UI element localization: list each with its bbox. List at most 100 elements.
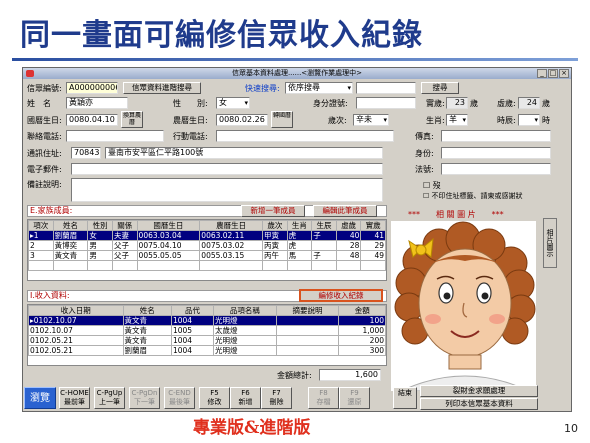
- family-table-row[interactable]: ▸1 劉蘭眉女夫妻 0063.03.04 0063.02.11 甲寅虎子 40 41: [28, 230, 386, 241]
- toolbar-key-label: 刪除: [269, 398, 284, 406]
- income-column-header[interactable]: 品代: [170, 305, 214, 316]
- family-column-header[interactable]: 國曆生日: [136, 220, 201, 231]
- income-table-cell: 1004: [170, 315, 214, 326]
- gender-select[interactable]: 女: [216, 97, 250, 109]
- family-table-cell: 馬: [286, 250, 313, 261]
- edit-income-button[interactable]: 編修收入紀錄: [299, 289, 383, 302]
- search-button[interactable]: 搜尋: [421, 82, 459, 94]
- income-column-header[interactable]: 收入日期: [28, 305, 124, 316]
- toolbar-key-修改[interactable]: F5 修改: [199, 387, 230, 409]
- toolbar-key-存檔[interactable]: F8 存檔: [308, 387, 339, 409]
- no-print-checkbox[interactable]: ☐ 不印住址標籤、請東或感謝狀: [423, 191, 523, 201]
- toolbar-key-shortcut: F9: [350, 389, 359, 397]
- convert-solar-button[interactable]: 轉國曆: [271, 111, 293, 128]
- family-table-cell: 0063.02.11: [199, 230, 264, 241]
- toolbar-key-最後筆[interactable]: C-END 最後筆: [164, 387, 195, 409]
- quick-search-input[interactable]: [356, 82, 416, 94]
- family-table-cell: 父子: [111, 240, 138, 251]
- income-table-cell: 0102.10.07: [28, 325, 124, 336]
- family-column-header[interactable]: 項次: [28, 220, 54, 231]
- family-column-header[interactable]: 關係: [111, 220, 138, 231]
- family-table-cell: 0075.04.10: [136, 240, 201, 251]
- wish-fund-button[interactable]: 裂財金求願處理: [420, 385, 538, 397]
- ganzhi-select[interactable]: 辛未: [353, 114, 389, 126]
- family-table-cell: 29: [360, 240, 386, 251]
- name-field[interactable]: 黃穎亦: [66, 97, 128, 109]
- virtual-age-unit: 歲: [542, 99, 550, 108]
- photo-label: *** 相 關 圖 片 ***: [408, 210, 504, 219]
- family-column-header[interactable]: 農曆生日: [199, 220, 264, 231]
- solar-birthday-field[interactable]: 0080.04.10: [66, 114, 118, 126]
- photo-panel: [391, 221, 536, 392]
- toolbar-key-最前筆[interactable]: C-HOME 最前筆: [59, 387, 90, 409]
- income-table-row[interactable]: 0102.10.07 黃文青 1005 太歲燈 1,000: [28, 325, 386, 336]
- contact-phone-field[interactable]: [66, 130, 164, 142]
- real-age-field: 23: [446, 97, 468, 109]
- minimize-icon[interactable]: _: [537, 69, 547, 78]
- fax-field[interactable]: [441, 130, 551, 142]
- income-column-header[interactable]: 金額: [338, 305, 386, 316]
- quick-search-label: 快速搜尋:: [245, 84, 280, 93]
- toolbar-key-刪除[interactable]: F7 刪除: [261, 387, 292, 409]
- no-print-checkbox-label: 不印住址標籤、請東或感謝狀: [431, 192, 523, 200]
- zip-field[interactable]: 70843: [71, 147, 101, 159]
- income-column-header[interactable]: 品項名稱: [212, 305, 277, 316]
- note-label: 備註說明:: [27, 180, 62, 189]
- convert-lunar-button[interactable]: 換算農曆: [121, 111, 143, 128]
- close-icon[interactable]: ×: [559, 69, 569, 78]
- toolbar-key-下一筆[interactable]: C-PgDn 下一筆: [129, 387, 160, 409]
- maximize-icon[interactable]: □: [548, 69, 558, 78]
- family-column-header[interactable]: 生辰: [311, 220, 337, 231]
- virtual-age-label: 虛歲:: [497, 99, 516, 108]
- mobile-phone-field[interactable]: [216, 130, 394, 142]
- income-table-cell: 0102.05.21: [28, 335, 124, 346]
- advanced-search-button[interactable]: 信眾資料進階搜尋: [123, 82, 201, 94]
- income-column-header[interactable]: 摘要說明: [275, 305, 340, 316]
- time-select[interactable]: [518, 114, 540, 126]
- family-table-cell: 虎: [286, 230, 313, 241]
- toolbar-key-結束[interactable]: 結束: [393, 387, 417, 409]
- family-column-header[interactable]: 歲次: [262, 220, 288, 231]
- family-column-header[interactable]: 性別: [87, 220, 113, 231]
- toolbar-key-shortcut: F7: [272, 389, 281, 397]
- toolbar-key-shortcut: F6: [241, 389, 250, 397]
- contact-phone-label: 聯絡電話:: [27, 132, 62, 141]
- family-column-header[interactable]: 姓名: [52, 220, 89, 231]
- deceased-checkbox[interactable]: ☐ 歿: [423, 180, 441, 191]
- toolbar-key-shortcut: F5: [210, 389, 219, 397]
- income-table-row[interactable]: ▸0102.10.07 黃文青 1004 光明燈 100: [28, 315, 386, 326]
- dharma-name-field[interactable]: [441, 163, 551, 175]
- income-table[interactable]: 收入日期 姓名 品代 品項名稱 摘要說明 金額 ▸0102.10.07 黃文青 1004 光明燈…: [27, 304, 387, 366]
- identity-field[interactable]: [441, 147, 551, 159]
- income-table-row[interactable]: 0102.05.21 劉蘭眉 1004 光明燈 300: [28, 345, 386, 356]
- real-age-unit: 歲: [470, 99, 478, 108]
- family-table[interactable]: 項次 姓名 性別 關係 國曆生日 農曆生日 歲次 生肖 生辰 虛歲 實歲 ▸1 劉蘭眉女夫妻 0063.…: [27, 219, 387, 281]
- income-table-cell: ▸0102.10.07: [28, 315, 124, 326]
- family-table-row[interactable]: 3 黃文青男父子 0055.05.05 0055.03.15 丙午馬子 48 49: [28, 250, 386, 261]
- toolbar-key-新增[interactable]: F6 新增: [230, 387, 261, 409]
- note-field[interactable]: [71, 178, 383, 202]
- family-column-header[interactable]: 實歲: [360, 220, 386, 231]
- lunar-birthday-field[interactable]: 0080.02.26: [216, 114, 268, 126]
- family-column-header[interactable]: 虛歲: [335, 220, 362, 231]
- family-empty-row: [28, 260, 386, 271]
- toolbar-key-還原[interactable]: F9 還原: [339, 387, 370, 409]
- member-id-field[interactable]: A000000006: [66, 82, 118, 94]
- family-table-row[interactable]: 2 黃博奕男父子 0075.04.10 0075.03.02 丙寅虎 28 29: [28, 240, 386, 251]
- income-table-row[interactable]: 0102.05.21 黃文青 1004 光明燈 200: [28, 335, 386, 346]
- toolbar-key-label: 最前筆: [64, 398, 85, 406]
- browse-mode-button[interactable]: 瀏覽: [24, 387, 56, 409]
- zodiac-select[interactable]: 羊: [446, 114, 468, 126]
- toolbar-key-上一筆[interactable]: C-PgUp 上一筆: [94, 387, 125, 409]
- address-field[interactable]: 臺南市安平區仁平路100號: [105, 147, 383, 159]
- id-card-field[interactable]: [356, 97, 416, 109]
- edit-family-member-button[interactable]: 編輯此筆成員: [313, 205, 377, 217]
- family-table-cell: 夫妻: [111, 230, 138, 241]
- add-family-member-button[interactable]: 新增一筆成員: [241, 205, 305, 217]
- income-column-header[interactable]: 姓名: [122, 305, 172, 316]
- quick-search-mode-select[interactable]: 依序搜尋: [285, 82, 353, 94]
- email-field[interactable]: [71, 163, 383, 175]
- print-member-button[interactable]: 列印本信眾基本資料: [420, 398, 538, 410]
- family-column-header[interactable]: 生肖: [286, 220, 313, 231]
- photo-side-tab[interactable]: 相片圖示: [543, 218, 557, 268]
